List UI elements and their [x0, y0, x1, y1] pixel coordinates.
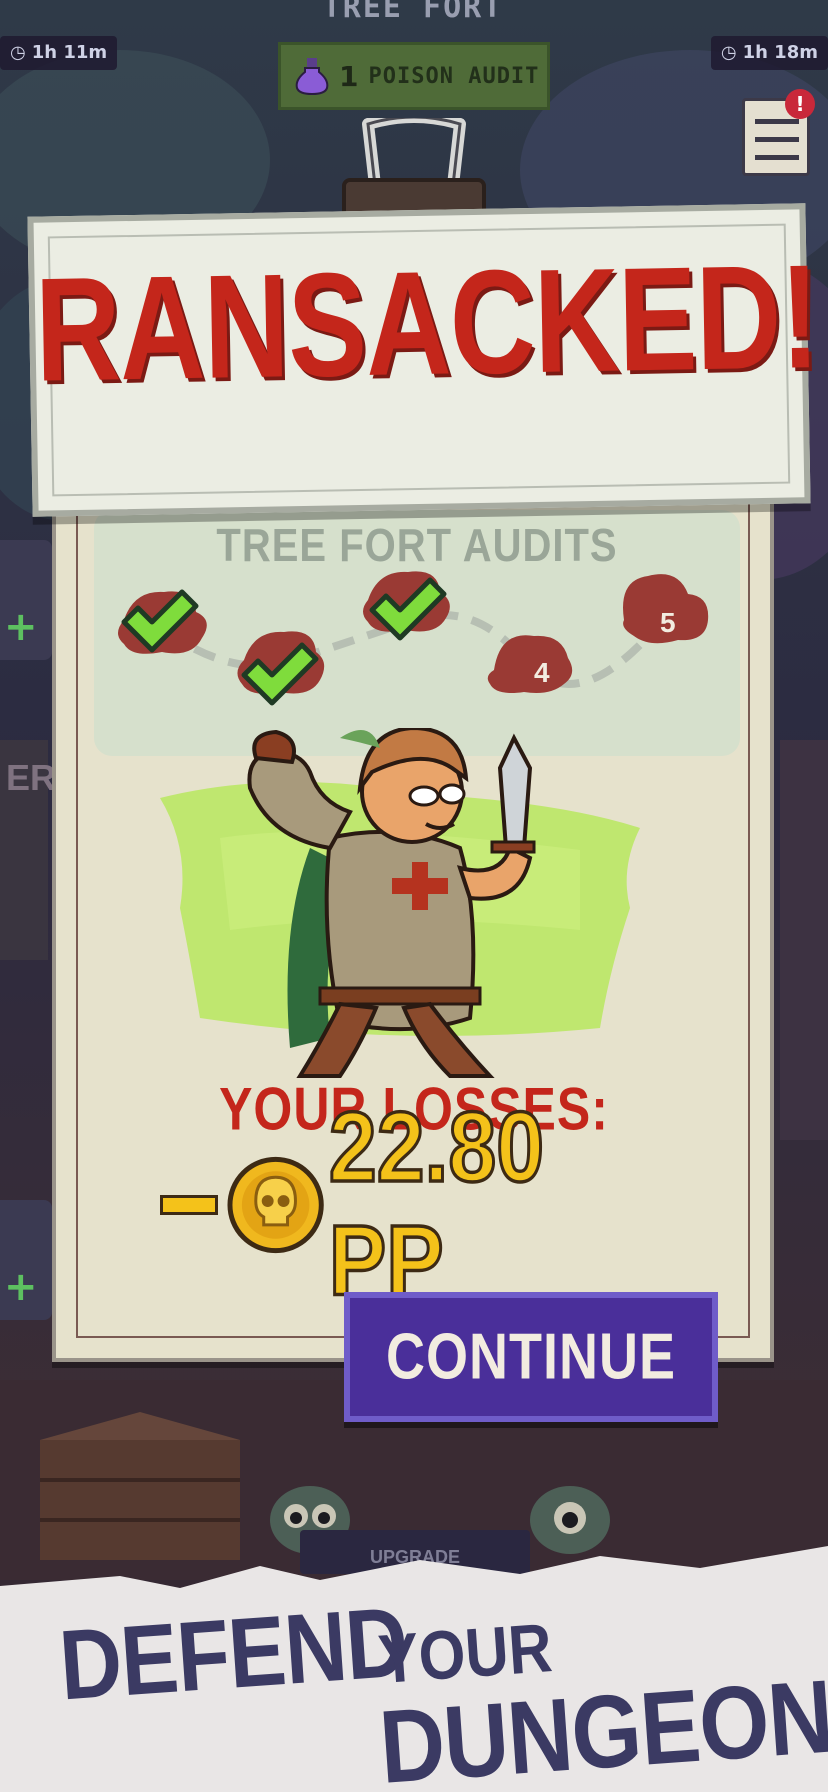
continue-label: CONTINUE	[386, 1321, 676, 1393]
audits-panel: TREE FORT AUDITS 4 5	[94, 510, 740, 756]
skull-coin-icon	[227, 1156, 324, 1254]
level-title: TREE FORT	[322, 0, 504, 25]
losses-amount: 22.80 PP	[327, 1091, 545, 1319]
clock-icon: ◷	[10, 42, 26, 63]
minus-sign	[160, 1195, 218, 1215]
poison-audit-count: 1	[339, 59, 359, 93]
timer-right-value: 1h 18m	[742, 42, 818, 63]
audit-creature-4	[487, 635, 573, 693]
alert-badge: !	[785, 89, 815, 119]
checklist-button[interactable]: !	[742, 89, 815, 176]
audit-number-5: 5	[660, 607, 676, 638]
checklist-line	[755, 137, 799, 142]
checklist-line	[755, 155, 799, 160]
hero-knight-illustration	[160, 728, 640, 1078]
audit-track: 4 5	[118, 571, 709, 706]
audit-number-4: 4	[534, 657, 550, 688]
plus-icon: +	[4, 604, 38, 650]
ransacked-banner: RANSACKED!	[27, 203, 820, 517]
clock-icon: ◷	[720, 42, 737, 63]
timer-left-value: 1h 11m	[31, 42, 108, 63]
losses-amount-row: 22.80 PP	[160, 1091, 680, 1318]
poison-audit-tag[interactable]: 1 POISON AUDIT	[278, 42, 550, 110]
timer-left[interactable]: ◷ 1h 11m	[0, 36, 118, 70]
result-title: RANSACKED!	[33, 234, 820, 414]
side-slot-upper[interactable]: +	[0, 540, 52, 660]
promo-line-defend: DEFEND	[56, 1586, 411, 1722]
poison-audit-label: POISON AUDIT	[368, 63, 540, 89]
timer-right[interactable]: ◷ 1h 18m	[710, 36, 828, 70]
potion-icon	[295, 58, 329, 96]
game-screen: UPGRADE ERVI TREE FORT ◷ 1h 11m ◷ 1h 18m…	[0, 0, 828, 1792]
checklist-line	[755, 119, 799, 124]
plus-icon: +	[4, 1264, 38, 1310]
side-slot-lower[interactable]: +	[0, 1200, 52, 1320]
top-bar: TREE FORT ◷ 1h 11m ◷ 1h 18m 1 POISON AUD…	[0, 0, 828, 110]
continue-button[interactable]: CONTINUE	[344, 1292, 718, 1422]
